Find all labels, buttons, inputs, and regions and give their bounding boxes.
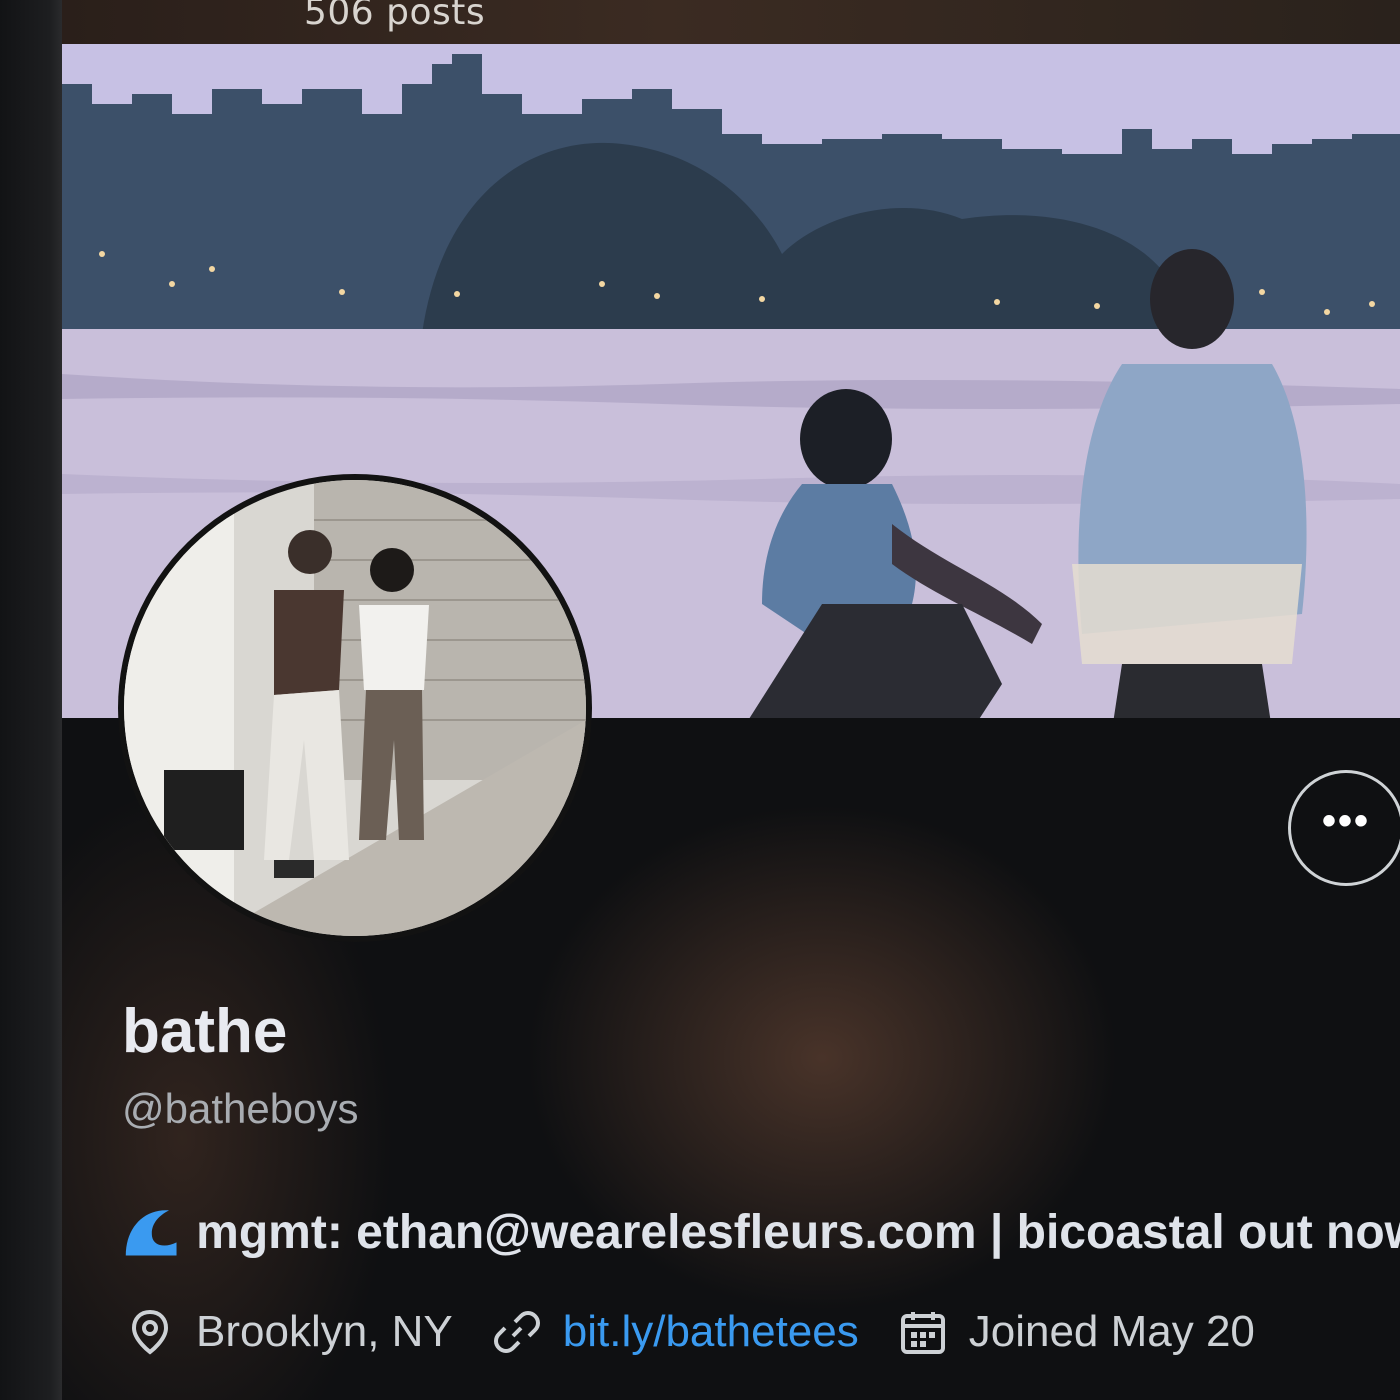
location-text: Brooklyn, NY xyxy=(196,1307,453,1356)
profile-bio: mgmt: ethan@wearelesfleurs.com | bicoast… xyxy=(122,1200,1400,1264)
profile-display-name: bathe xyxy=(122,997,288,1066)
joined-item: Joined May 20 xyxy=(899,1307,1255,1357)
website-item[interactable]: bit.ly/bathetees xyxy=(493,1307,859,1357)
website-link[interactable]: bit.ly/bathetees xyxy=(563,1307,859,1357)
joined-text: Joined May 20 xyxy=(968,1307,1255,1356)
avatar-image xyxy=(124,480,586,936)
window-edge xyxy=(0,0,62,1400)
link-icon xyxy=(493,1311,540,1353)
location-item: Brooklyn, NY xyxy=(126,1307,453,1357)
wave-icon xyxy=(125,1210,177,1256)
location-pin-icon xyxy=(131,1309,169,1355)
profile-avatar[interactable] xyxy=(124,480,586,936)
profile-meta: Brooklyn, NY bit.ly/bathetees Joined May… xyxy=(126,1300,1400,1364)
more-options-icon: ••• xyxy=(1321,799,1370,843)
profile-top-bar: 506 posts xyxy=(62,0,1400,44)
calendar-icon xyxy=(900,1312,945,1354)
profile-handle: @batheboys xyxy=(122,1085,359,1132)
more-options-button[interactable]: ••• xyxy=(1288,770,1400,886)
bio-text: mgmt: ethan@wearelesfleurs.com | bicoast… xyxy=(196,1205,1400,1259)
post-count: 506 posts xyxy=(304,0,486,33)
